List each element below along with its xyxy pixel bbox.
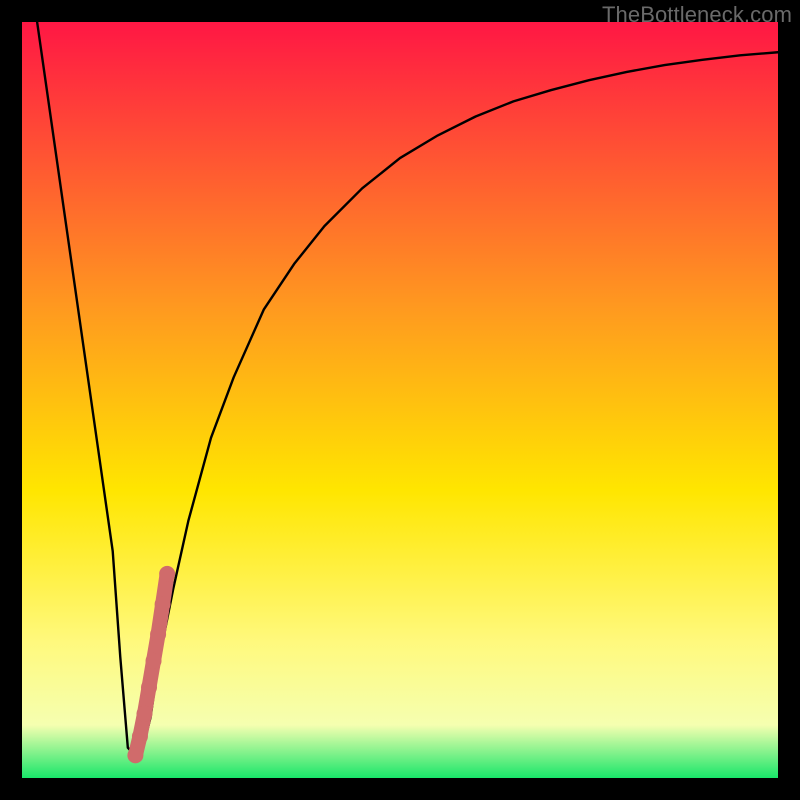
- accent-dot: [132, 728, 148, 744]
- gradient-background: [22, 22, 778, 778]
- accent-dot: [155, 596, 171, 612]
- chart-plot-area: [22, 22, 778, 778]
- accent-dot: [146, 653, 162, 669]
- accent-dot: [136, 706, 152, 722]
- watermark-text: TheBottleneck.com: [602, 2, 792, 28]
- accent-dot: [159, 566, 175, 582]
- accent-dot: [127, 747, 143, 763]
- accent-dot: [141, 679, 157, 695]
- chart-frame: TheBottleneck.com: [0, 0, 800, 800]
- accent-dot: [150, 626, 166, 642]
- chart-svg: [22, 22, 778, 778]
